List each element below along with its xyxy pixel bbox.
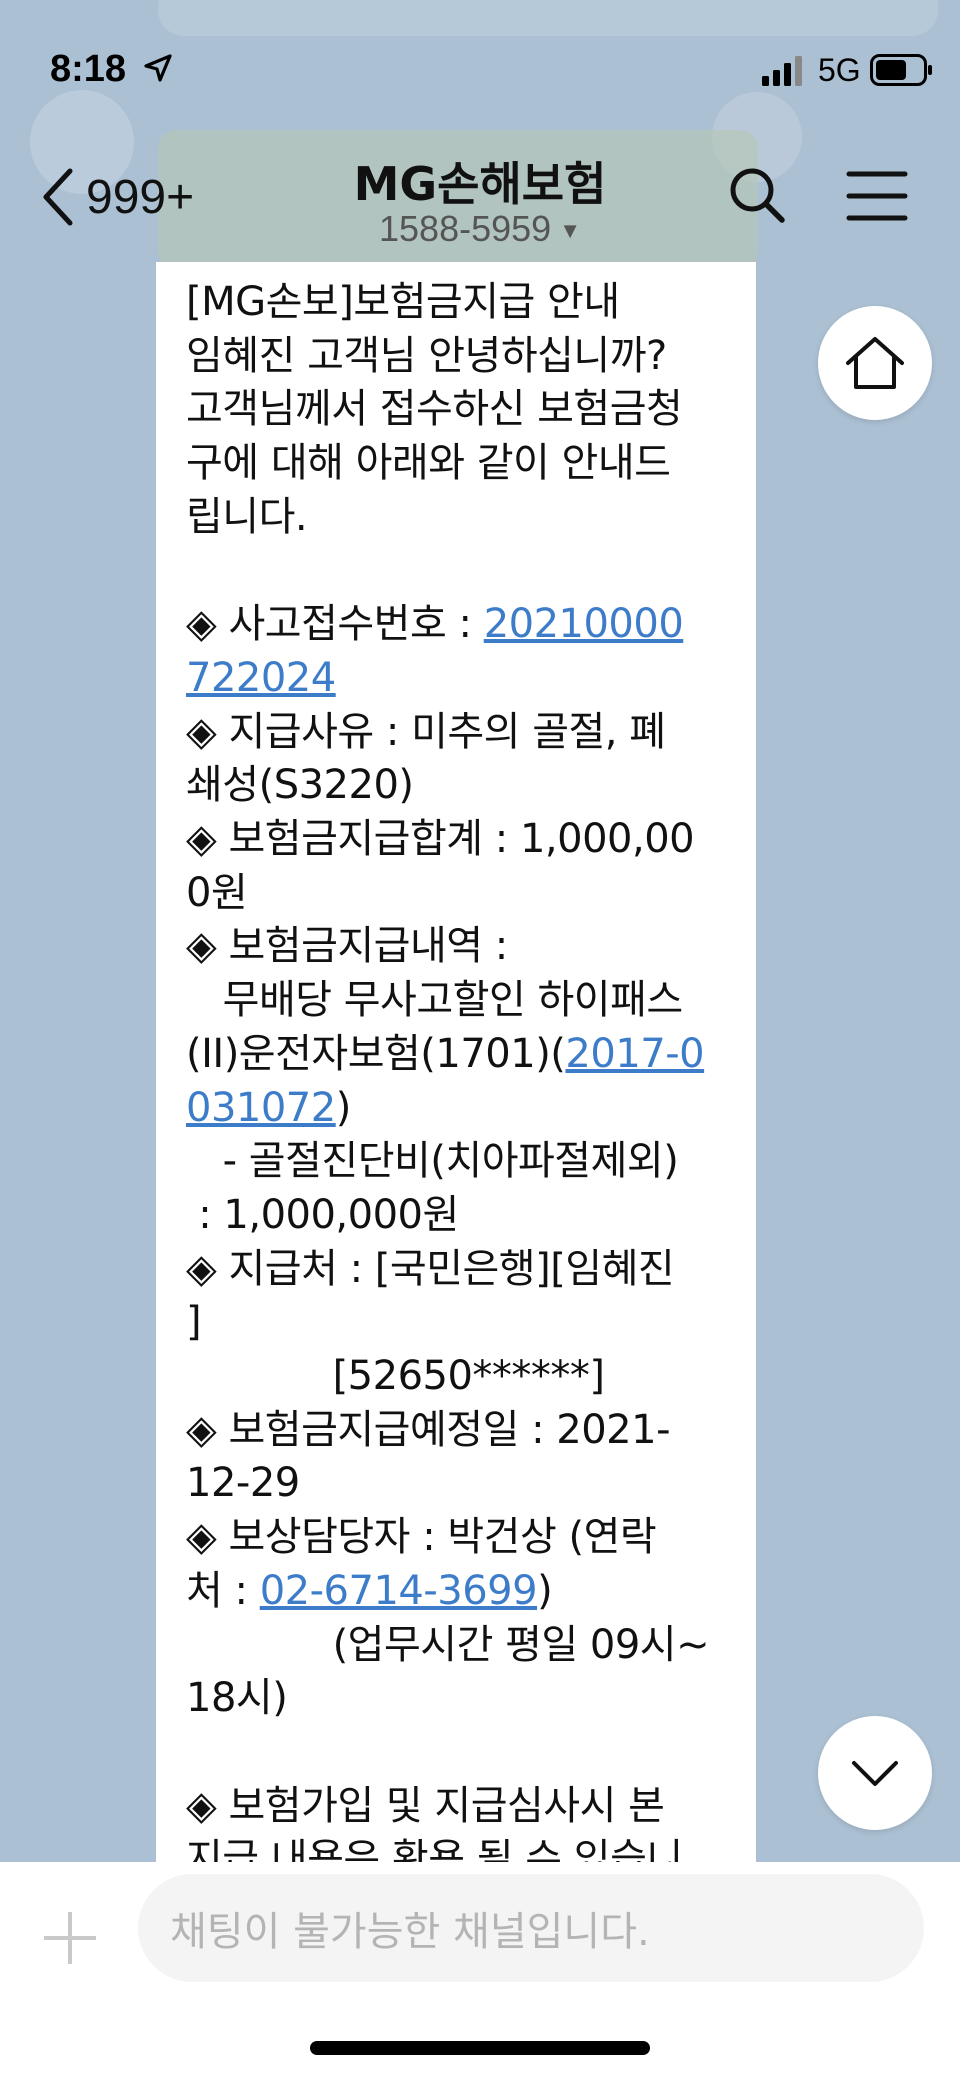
home-button[interactable]: [818, 306, 932, 420]
battery-icon: [870, 54, 932, 86]
accident-number-label: ◈ 사고접수번호 :: [186, 601, 484, 648]
message-line: 18시): [186, 1675, 288, 1722]
message-line: 쇄성(S3220): [186, 762, 414, 809]
channel-title[interactable]: MG손해보험: [0, 148, 960, 214]
message-line: 무배당 무사고할인 하이패스: [186, 977, 684, 1024]
phone-link[interactable]: 02-6714-3699: [260, 1568, 538, 1614]
accident-number-link-cont[interactable]: 722024: [186, 655, 336, 701]
chat-input[interactable]: 채팅이 불가능한 채널입니다.: [138, 1874, 924, 1982]
policy-number-link-cont[interactable]: 031072: [186, 1085, 336, 1131]
cellular-signal-icon: [762, 56, 802, 86]
channel-phone[interactable]: 1588-5959 ▼: [0, 208, 960, 250]
search-icon[interactable]: [728, 166, 786, 224]
home-icon: [846, 337, 904, 389]
bottom-input-bar: 채팅이 불가능한 채널입니다.: [0, 1862, 960, 2079]
message-line: [MG손보]보험금지급 안내: [186, 279, 620, 325]
message-line: ◈ 보험가입 및 지급심사시 본: [186, 1782, 665, 1829]
chat-header: 999+ MG손해보험 1588-5959 ▼: [0, 130, 960, 260]
message-line: 처 : 02-6714-3699): [186, 1565, 728, 1619]
message-line: ◈ 보상담당자 : 박건상 (연락: [186, 1514, 657, 1561]
policy-number-link[interactable]: 2017-0: [565, 1031, 704, 1077]
message-line: 722024: [186, 652, 728, 706]
message-line: ]: [186, 1299, 202, 1346]
network-type: 5G: [818, 52, 861, 88]
message-line: (업무시간 평일 09시~: [186, 1621, 710, 1668]
message-line: ◈ 지급처 : [국민은행][임혜진: [186, 1245, 675, 1292]
message-line: 구에 대해 아래와 같이 안내드: [186, 440, 671, 487]
message-line: 임혜진 고객님 안녕하십니까?: [186, 332, 667, 379]
chevron-down-icon: [852, 1761, 898, 1786]
chat-input-placeholder: 채팅이 불가능한 채널입니다.: [170, 1909, 650, 1955]
message-line: ◈ 보험금지급합계 : 1,000,00: [186, 816, 695, 863]
message-line: [52650******]: [186, 1353, 605, 1400]
message-line: 12-29: [186, 1460, 300, 1507]
message-bubble: [MG손보]보험금지급 안내 임혜진 고객님 안녕하십니까? 고객님께서 접수하…: [156, 262, 756, 1862]
status-bar: 8:18 5G: [0, 0, 960, 120]
plus-icon[interactable]: [42, 1910, 98, 1966]
message-line: ◈ 지급사유 : 미추의 골절, 폐: [186, 708, 666, 755]
menu-icon[interactable]: [846, 170, 908, 222]
home-indicator: [310, 2041, 650, 2055]
contact-label: 처 :: [186, 1567, 260, 1614]
location-arrow-icon: [144, 54, 172, 82]
policy-close-paren: ): [335, 1084, 352, 1131]
policy-name: (II)운전자보험(1701)(: [186, 1030, 566, 1077]
message-line: : 1,000,000원: [186, 1191, 459, 1238]
message-line: ◈ 보험금지급내역 :: [186, 923, 508, 970]
message-line: 지급 내용은 확용 될 수 있습니: [186, 1836, 683, 1862]
message-line: 립니다.: [186, 493, 308, 540]
caret-down-icon: ▼: [559, 218, 581, 244]
contact-close-paren: ): [537, 1567, 553, 1614]
status-time: 8:18: [50, 48, 127, 90]
scroll-down-button[interactable]: [818, 1716, 932, 1830]
channel-phone-number: 1588-5959: [379, 208, 552, 249]
message-line: 고객님께서 접수하신 보험금청: [186, 386, 683, 433]
message-line: - 골절진단비(치아파절제외): [186, 1138, 679, 1185]
message-line: (II)운전자보험(1701)(2017-0: [186, 1028, 728, 1082]
message-line: 031072): [186, 1082, 728, 1136]
accident-number-link[interactable]: 20210000: [484, 601, 684, 647]
message-line: ◈ 보험금지급예정일 : 2021-: [186, 1406, 671, 1453]
message-line: 0원: [186, 869, 248, 916]
message-line: ◈ 사고접수번호 : 20210000: [186, 598, 728, 652]
